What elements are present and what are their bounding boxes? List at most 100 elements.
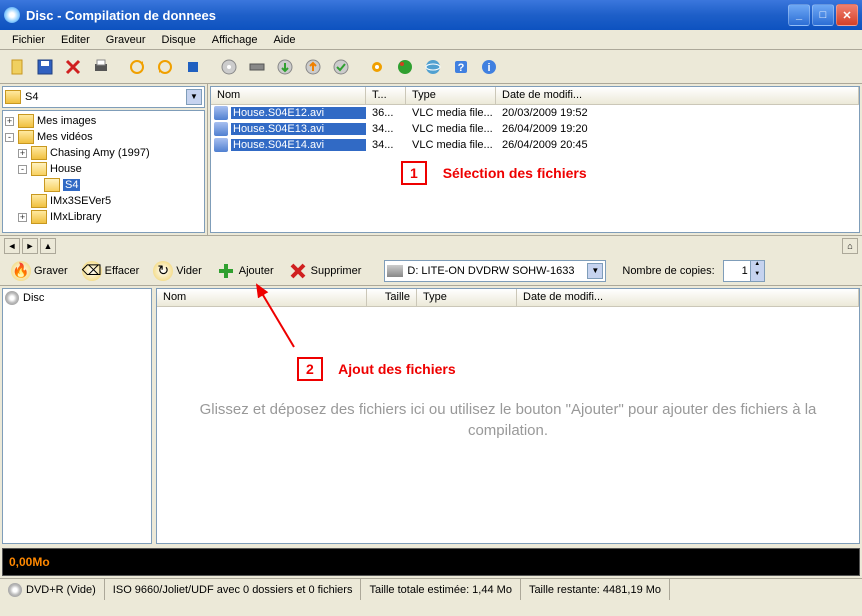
col-header-type[interactable]: Type [417,289,517,306]
tool-drive[interactable] [244,54,270,80]
close-button[interactable]: ✕ [836,4,858,26]
effacer-button[interactable]: ⌫ Effacer [77,259,145,283]
file-row[interactable]: House.S04E14.avi34...VLC media file...26… [211,137,859,153]
menu-fichier[interactable]: Fichier [4,32,53,48]
tool-save[interactable] [32,54,58,80]
tool-disc-up[interactable] [300,54,326,80]
file-list-body[interactable]: House.S04E12.avi36...VLC media file...20… [211,105,859,232]
tool-globe[interactable] [420,54,446,80]
menu-disque[interactable]: Disque [154,32,204,48]
x-icon [288,261,308,281]
disc-icon [5,291,19,305]
menu-aide[interactable]: Aide [265,32,303,48]
file-date: 20/03/2009 19:52 [496,107,859,119]
menu-graveur[interactable]: Graveur [98,32,154,48]
tool-print[interactable] [88,54,114,80]
menu-bar: Fichier Editer Graveur Disque Affichage … [0,30,862,50]
tree-node[interactable]: IMx3SEVer5 [5,193,202,209]
chevron-down-icon[interactable]: ▼ [587,263,603,279]
file-icon [214,138,228,152]
tree-node[interactable]: S4 [5,177,202,193]
copies-spinner[interactable]: ▲ ▼ [723,260,765,282]
chevron-down-icon[interactable]: ▼ [186,89,202,105]
empty-icon: ↻ [153,261,173,281]
disc-file-list[interactable]: Nom Taille Type Date de modifi... 2 Ajou… [156,288,860,544]
disc-root-node[interactable]: Disc [5,291,149,305]
supprimer-button[interactable]: Supprimer [283,259,367,283]
expand-icon[interactable]: + [18,213,27,222]
nav-buttons: ◄ ► ▲ ⌂ [0,236,862,256]
svg-text:?: ? [458,62,465,74]
folder-icon [18,114,34,128]
tool-help[interactable]: ? [448,54,474,80]
minimize-button[interactable]: _ [788,4,810,26]
tree-node[interactable]: +IMxLibrary [5,209,202,225]
status-filesystem: ISO 9660/Joliet/UDF avec 0 dossiers et 0… [105,579,362,600]
nav-fwd-button[interactable]: ► [22,238,38,254]
tree-node[interactable]: + Chasing Amy (1997) [5,145,202,161]
tool-disc-check[interactable] [328,54,354,80]
tool-refresh[interactable] [124,54,150,80]
ajouter-label: Ajouter [239,265,274,277]
nav-up-button[interactable]: ▲ [40,238,56,254]
tool-disc1[interactable] [216,54,242,80]
tree-node-label: Chasing Amy (1997) [50,147,150,159]
col-header-name[interactable]: Nom [211,87,366,104]
col-header-size[interactable]: T... [366,87,406,104]
effacer-label: Effacer [105,265,140,277]
spin-down-button[interactable]: ▼ [750,271,764,281]
tree-node[interactable]: -House [5,161,202,177]
folder-combo[interactable]: S4 ▼ [2,86,205,108]
tool-delete[interactable] [60,54,86,80]
graver-button[interactable]: 🔥 Graver [6,259,73,283]
col-header-name[interactable]: Nom [157,289,367,306]
folder-icon [18,130,34,144]
file-name: House.S04E14.avi [231,139,366,151]
expand-icon[interactable]: + [18,149,27,158]
col-header-type[interactable]: Type [406,87,496,104]
status-remaining: Taille restante: 4481,19 Mo [521,579,670,600]
tree-node[interactable]: + Mes images [5,113,202,129]
expand-icon[interactable]: - [5,133,14,142]
vider-button[interactable]: ↻ Vider [148,259,206,283]
col-header-size[interactable]: Taille [367,289,417,306]
disc-list-header: Nom Taille Type Date de modifi... [157,289,859,307]
expand-icon[interactable]: + [5,117,14,126]
main-toolbar: ? i [0,50,862,84]
drive-combo[interactable]: D: LITE-ON DVDRW SOHW-1633 ▼ [384,260,606,282]
file-list-header: Nom T... Type Date de modifi... [211,87,859,105]
tool-refresh2[interactable] [152,54,178,80]
col-header-date[interactable]: Date de modifi... [517,289,859,306]
folder-icon [31,146,47,160]
file-row[interactable]: House.S04E13.avi34...VLC media file...26… [211,121,859,137]
ajouter-button[interactable]: Ajouter [211,259,279,283]
col-header-date[interactable]: Date de modifi... [496,87,859,104]
menu-affichage[interactable]: Affichage [204,32,266,48]
tree-node[interactable]: - Mes vidéos [5,129,202,145]
copies-input[interactable] [724,261,750,281]
file-row[interactable]: House.S04E12.avi36...VLC media file...20… [211,105,859,121]
tree-node-label: Mes vidéos [37,131,93,143]
expand-icon[interactable]: - [18,165,27,174]
disc-tree[interactable]: Disc [2,288,152,544]
supprimer-label: Supprimer [311,265,362,277]
tool-disc-arrow[interactable] [272,54,298,80]
file-size: 34... [366,123,406,135]
status-total: Taille totale estimée: 1,44 Mo [361,579,520,600]
drive-label: D: LITE-ON DVDRW SOHW-1633 [407,265,587,277]
folder-tree[interactable]: + Mes images - Mes vidéos + Chasing Amy (1997… [2,110,205,233]
copies-label: Nombre de copies: [622,265,714,277]
menu-editer[interactable]: Editer [53,32,98,48]
tool-stop[interactable] [180,54,206,80]
tool-info[interactable]: i [476,54,502,80]
tool-new[interactable] [4,54,30,80]
maximize-button[interactable]: □ [812,4,834,26]
disc-root-label: Disc [23,292,44,304]
spin-up-button[interactable]: ▲ [750,261,764,271]
tree-node-label: Mes images [37,115,96,127]
tool-world[interactable] [392,54,418,80]
nav-back-button[interactable]: ◄ [4,238,20,254]
file-date: 26/04/2009 20:45 [496,139,859,151]
tool-settings[interactable] [364,54,390,80]
nav-home-button[interactable]: ⌂ [842,238,858,254]
